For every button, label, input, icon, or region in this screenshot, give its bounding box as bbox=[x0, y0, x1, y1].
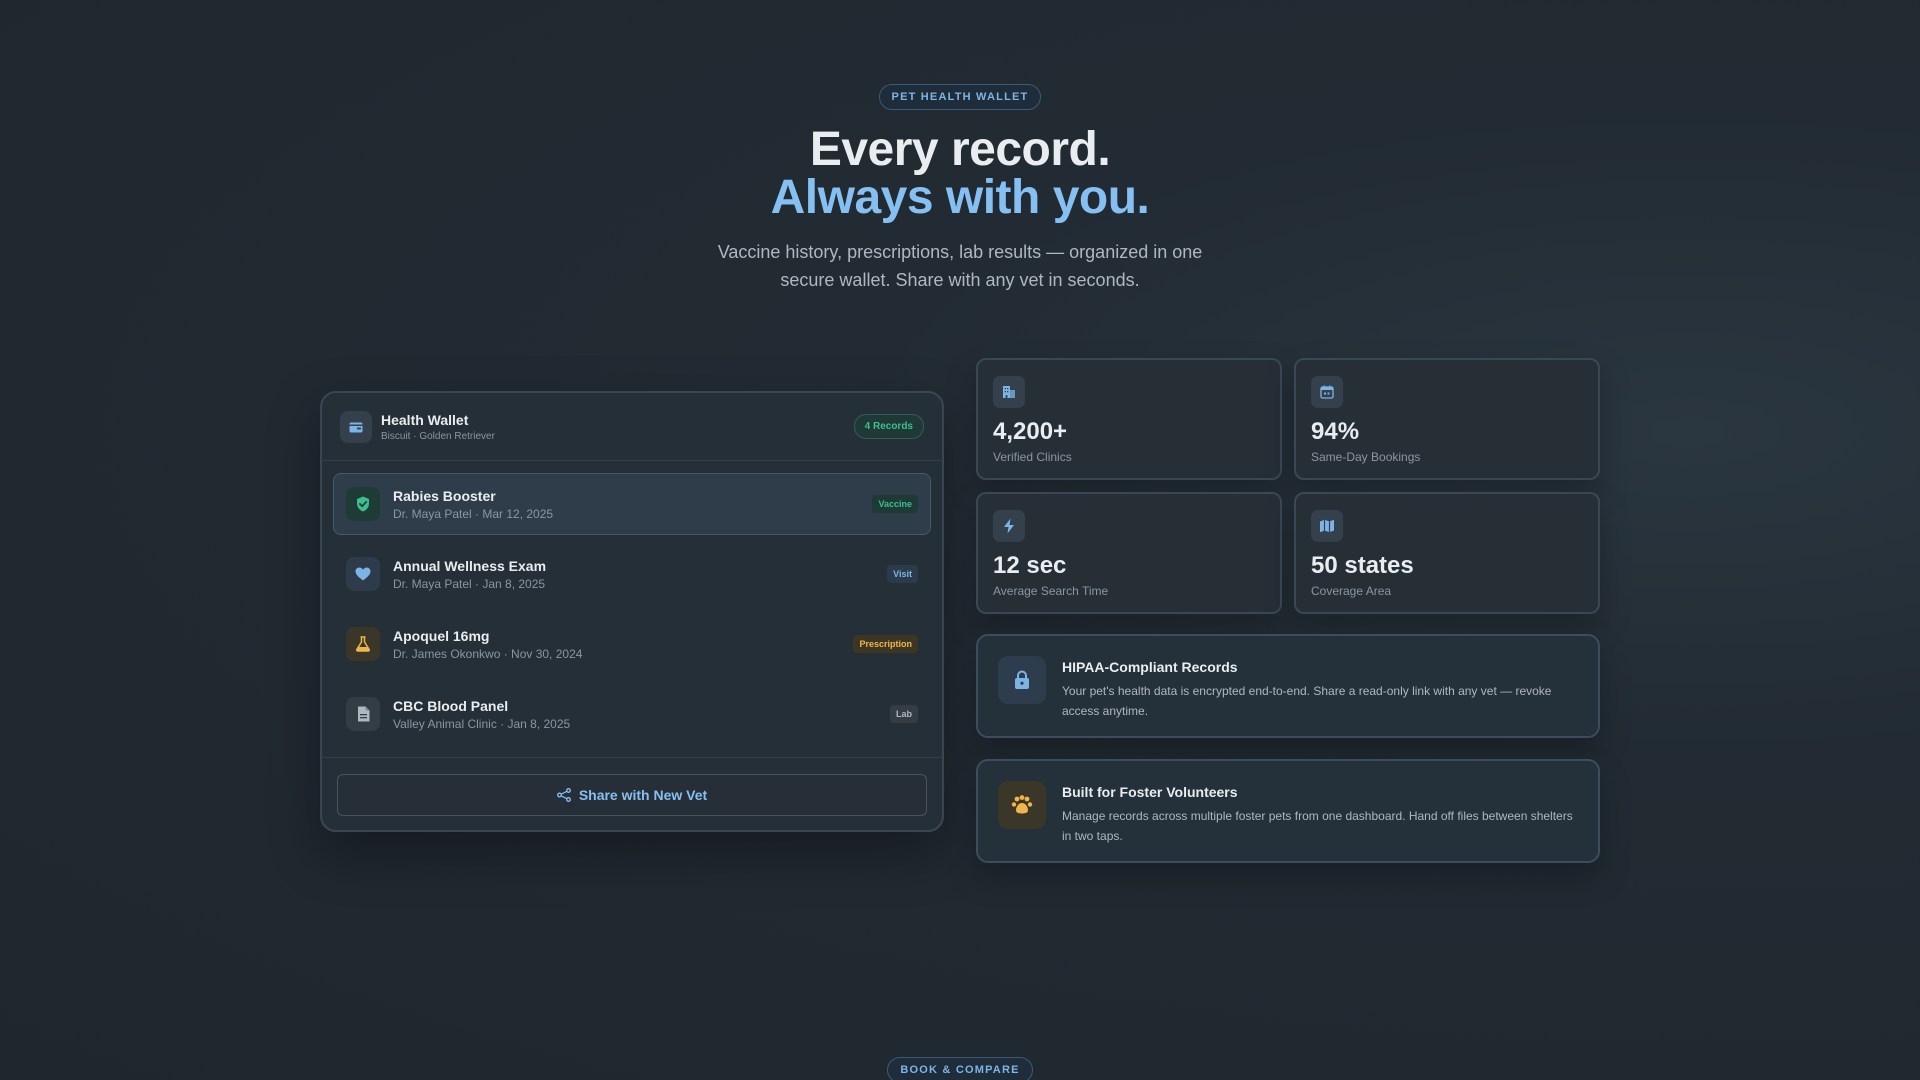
record-title: Apoquel 16mg bbox=[393, 627, 490, 644]
wallet-pet-name: Biscuit · Golden Retriever bbox=[381, 430, 495, 442]
health-wallet-card: Health Wallet Biscuit · Golden Retriever… bbox=[320, 391, 944, 832]
record-row-rabies[interactable]: Rabies Booster Dr. Maya Patel · Mar 12, … bbox=[333, 473, 931, 535]
record-row-cbc[interactable]: CBC Blood Panel Valley Animal Clinic · J… bbox=[333, 683, 931, 745]
record-meta: Valley Animal Clinic · Jan 8, 2025 bbox=[393, 716, 571, 731]
record-tag-vaccine: Vaccine bbox=[872, 495, 918, 513]
record-title: Annual Wellness Exam bbox=[393, 557, 547, 574]
hero-section: PET HEALTH WALLET Every record. Always w… bbox=[0, 84, 1920, 294]
document-icon bbox=[346, 697, 380, 731]
feature-description: Manage records across multiple foster pe… bbox=[1062, 809, 1573, 843]
map-icon bbox=[1311, 510, 1343, 542]
record-meta: Dr. James Okonkwo · Nov 30, 2024 bbox=[393, 646, 583, 661]
feature-description: Your pet's health data is encrypted end-… bbox=[1062, 684, 1552, 718]
share-with-vet-button[interactable]: Share with New Vet bbox=[337, 774, 927, 816]
heart-icon bbox=[346, 557, 380, 591]
record-meta: Dr. Maya Patel · Jan 8, 2025 bbox=[393, 576, 546, 591]
feature-title: HIPAA-Compliant Records bbox=[1062, 659, 1238, 675]
lock-icon bbox=[998, 656, 1046, 704]
wallet-header: Health Wallet Biscuit · Golden Retriever… bbox=[322, 393, 942, 461]
record-row-apoquel[interactable]: Apoquel 16mg Dr. James Okonkwo · Nov 30,… bbox=[333, 613, 931, 675]
stat-value: 12 sec bbox=[993, 552, 1067, 579]
record-tag-prescription: Prescription bbox=[853, 635, 918, 653]
stat-value: 4,200+ bbox=[993, 418, 1068, 445]
wallet-icon bbox=[340, 410, 372, 443]
record-title: Rabies Booster bbox=[393, 487, 496, 504]
records-count-badge: 4 Records bbox=[853, 414, 924, 439]
flask-icon bbox=[346, 627, 380, 661]
wallet-title: Health Wallet bbox=[381, 411, 469, 428]
record-meta: Dr. Maya Patel · Mar 12, 2025 bbox=[393, 506, 554, 521]
stat-value: 94% bbox=[1311, 418, 1360, 445]
shield-check-icon bbox=[346, 487, 380, 521]
share-button-label: Share with New Vet bbox=[578, 787, 708, 803]
record-row-wellness[interactable]: Annual Wellness Exam Dr. Maya Patel · Ja… bbox=[333, 543, 931, 605]
stat-value: 50 states bbox=[1311, 552, 1414, 579]
feature-title: Built for Foster Volunteers bbox=[1062, 784, 1238, 800]
record-tag-visit: Visit bbox=[887, 565, 918, 583]
share-icon bbox=[556, 788, 571, 802]
stat-card-bookings: 94% Same-Day Bookings bbox=[1294, 358, 1600, 480]
building-icon bbox=[993, 376, 1025, 408]
feature-card-foster: Built for Foster Volunteers Manage recor… bbox=[976, 759, 1600, 863]
book-compare-badge: BOOK & COMPARE bbox=[887, 1057, 1033, 1080]
paw-icon bbox=[998, 781, 1046, 829]
next-section-header: BOOK & COMPARE bbox=[0, 1057, 1920, 1080]
hero-eyebrow-badge: PET HEALTH WALLET bbox=[878, 84, 1042, 110]
record-title: CBC Blood Panel bbox=[393, 697, 509, 714]
stat-card-clinics: 4,200+ Verified Clinics bbox=[976, 358, 1282, 480]
wallet-footer: Share with New Vet bbox=[322, 757, 942, 816]
hero-title-line1: Every record. bbox=[809, 123, 1111, 176]
hero-subtitle: Vaccine history, prescriptions, lab resu… bbox=[717, 242, 1203, 290]
lightning-icon bbox=[993, 510, 1025, 542]
calendar-icon bbox=[1311, 376, 1343, 408]
feature-card-hipaa: HIPAA-Compliant Records Your pet's healt… bbox=[976, 634, 1600, 738]
hero-title-line2: Always with you. bbox=[770, 171, 1150, 224]
stat-label: Coverage Area bbox=[1311, 584, 1392, 598]
stat-card-search-time: 12 sec Average Search Time bbox=[976, 492, 1282, 614]
record-tag-lab: Lab bbox=[889, 705, 918, 723]
stat-label: Same-Day Bookings bbox=[1311, 450, 1421, 464]
stat-card-coverage: 50 states Coverage Area bbox=[1294, 492, 1600, 614]
stat-label: Average Search Time bbox=[993, 584, 1109, 598]
stat-label: Verified Clinics bbox=[993, 450, 1072, 464]
